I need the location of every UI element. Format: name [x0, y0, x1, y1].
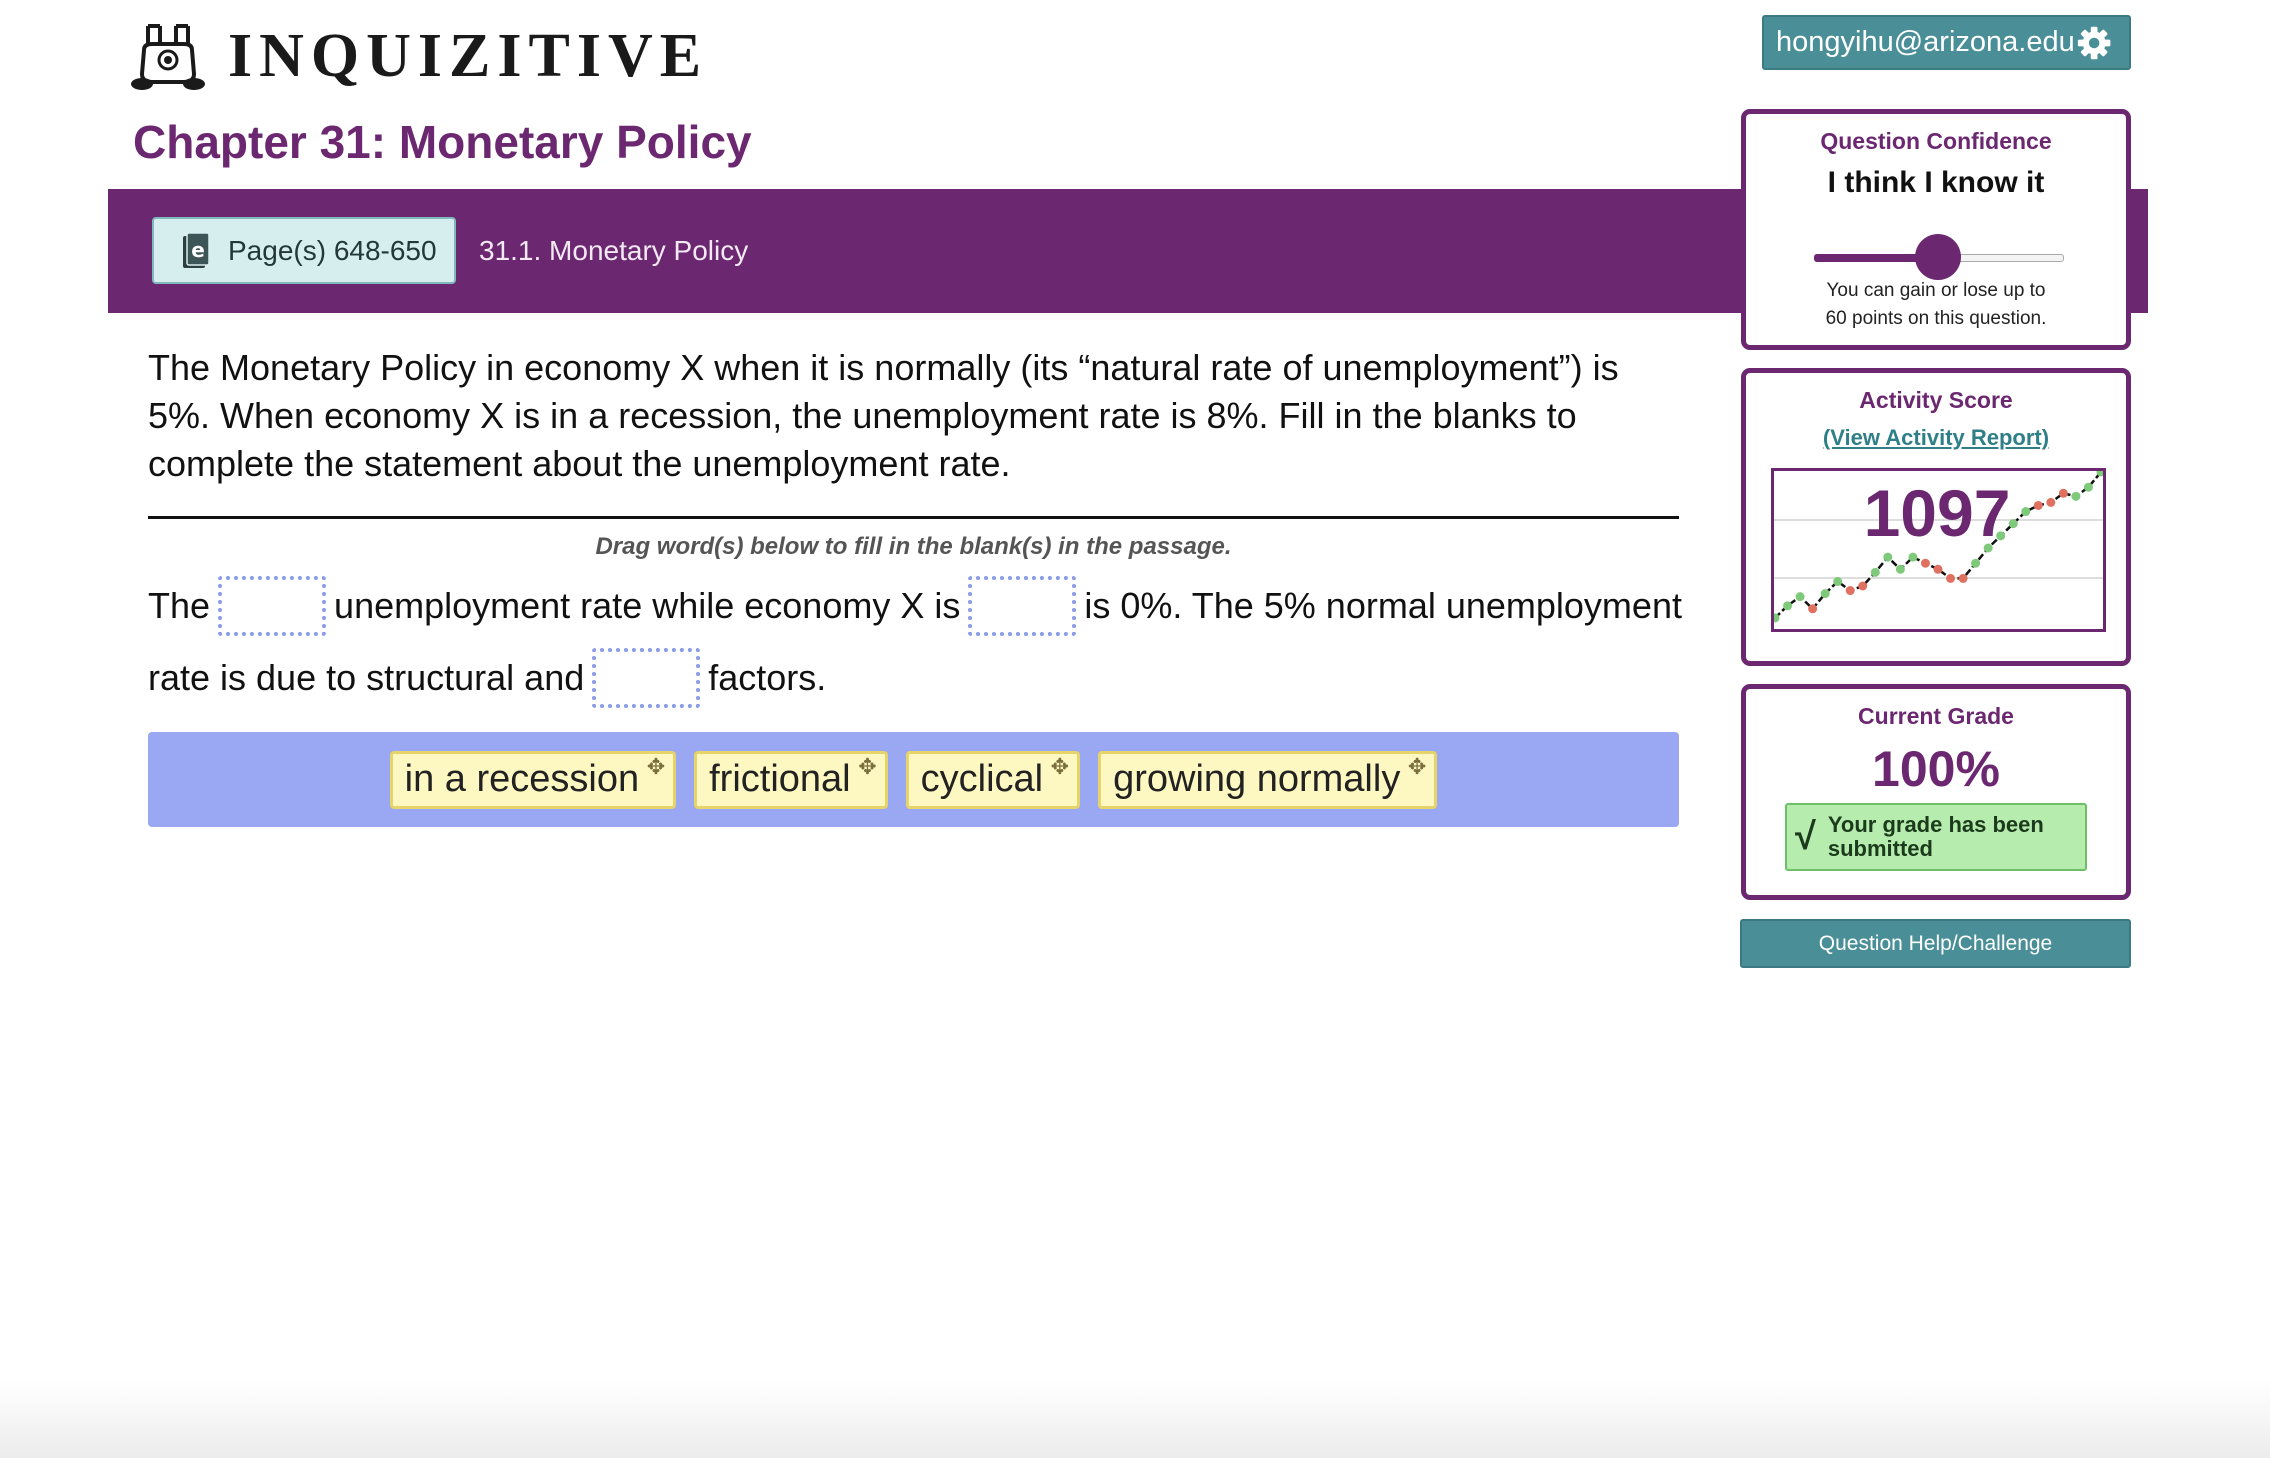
word-chip[interactable]: cyclical ✥ — [905, 750, 1081, 809]
bunny-logo-icon — [131, 24, 205, 90]
confidence-note-line: You can gain or lose up to — [1826, 280, 2046, 301]
submitted-text: Your grade has been submitted — [1828, 813, 2044, 861]
trend-point — [2071, 491, 2081, 501]
gear-icon — [2077, 26, 2111, 59]
trend-point — [1833, 576, 1843, 586]
word-chip[interactable]: in a recession ✥ — [389, 750, 677, 809]
svg-text:e: e — [191, 238, 205, 262]
section-label: 31.1. Monetary Policy — [479, 235, 749, 266]
trend-point — [1870, 567, 1880, 577]
trend-point — [1996, 531, 2006, 541]
word-bank: in a recession ✥ frictional ✥ cyclical ✥… — [148, 732, 1679, 827]
word-chip-label: growing normally — [1113, 758, 1401, 800]
passage-text: unemployment rate while economy X is — [334, 585, 961, 626]
grade-title: Current Grade — [1858, 703, 2014, 729]
word-chip-label: frictional — [709, 758, 851, 800]
app-logo: INQUIZITIVE — [130, 20, 708, 92]
trend-point — [1845, 586, 1855, 596]
trend-point — [1946, 573, 1956, 583]
user-menu-button[interactable]: hongyihu@arizona.edu — [1762, 15, 2131, 70]
chapter-title: Chapter 31: Monetary Policy — [133, 116, 752, 168]
divider — [148, 516, 1679, 519]
activity-score-card: Activity Score (View Activity Report) 10… — [1741, 368, 2131, 666]
trend-point — [1920, 558, 1930, 568]
current-grade-card: Current Grade 100% √ Your grade has been… — [1741, 684, 2131, 900]
trend-point — [1983, 543, 1993, 553]
passage-text: rate is due to structural and — [148, 657, 585, 698]
word-chip-label: in a recession — [404, 758, 640, 800]
activity-title: Activity Score — [1859, 387, 2013, 413]
confidence-value: I think I know it — [1827, 166, 2045, 199]
blank-3[interactable] — [592, 648, 701, 708]
confidence-note: You can gain or lose up to 60 points on … — [1746, 277, 2126, 333]
user-email: hongyihu@arizona.edu — [1776, 26, 2075, 58]
word-chip[interactable]: growing normally ✥ — [1098, 750, 1438, 809]
submitted-line: Your grade has been — [1827, 812, 2044, 837]
grade-value: 100% — [1872, 741, 2000, 797]
trend-point — [1933, 564, 1943, 574]
trend-point — [2046, 497, 2056, 507]
trend-point — [1795, 592, 1805, 602]
trend-point — [1783, 601, 1793, 611]
trend-point — [2033, 500, 2043, 510]
activity-score-value: 1097 — [1864, 476, 2011, 550]
submitted-line: submitted — [1827, 836, 1933, 861]
word-chip-label: cyclical — [920, 758, 1044, 800]
passage-text: The — [148, 585, 211, 626]
confidence-slider[interactable] — [1814, 234, 2064, 280]
app-name: INQUIZITIVE — [228, 22, 709, 90]
trend-point — [2083, 482, 2093, 492]
grade-submitted-badge: √ Your grade has been submitted — [1785, 803, 2087, 871]
move-arrows-icon: ✥ — [646, 753, 666, 779]
view-activity-report-link[interactable]: (View Activity Report) — [1746, 425, 2126, 451]
ebook-icon: e — [183, 231, 210, 268]
question-confidence-card: Question Confidence I think I know it Yo… — [1741, 109, 2131, 350]
move-arrows-icon: ✥ — [858, 753, 877, 779]
blank-1[interactable] — [218, 576, 327, 636]
trend-point — [1858, 581, 1868, 591]
trend-point — [1958, 573, 1968, 583]
activity-trend-chart: 1097 — [1771, 468, 2106, 632]
move-arrows-icon: ✥ — [1050, 753, 1070, 779]
trend-point — [1971, 558, 1981, 568]
trend-point — [2021, 507, 2031, 517]
question-help-button[interactable]: Question Help/Challenge — [1740, 919, 2131, 968]
trend-point — [2058, 488, 2068, 498]
passage-text: is 0%. The 5% normal unemployment — [1084, 585, 1682, 626]
trend-point — [2008, 519, 2018, 529]
move-arrows-icon: ✥ — [1407, 753, 1427, 779]
pages-button[interactable]: e Page(s) 648-650 — [152, 217, 456, 284]
trend-point — [1820, 589, 1830, 599]
question-text: The Monetary Policy in economy X when it… — [148, 347, 1619, 484]
trend-point — [1895, 564, 1905, 574]
confidence-title: Question Confidence — [1820, 128, 2052, 154]
trend-point — [1808, 604, 1818, 614]
trend-point — [1883, 552, 1893, 562]
blank-2[interactable] — [968, 576, 1077, 636]
window-bottom-edge — [0, 1380, 2270, 1458]
check-icon: √ — [1795, 816, 1816, 858]
slider-thumb[interactable] — [1915, 234, 1961, 280]
trend-point — [1908, 552, 1918, 562]
confidence-note-line: 60 points on this question. — [1825, 308, 2047, 329]
word-chip[interactable]: frictional ✥ — [694, 750, 888, 809]
fill-in-passage: The unemployment rate while economy X is… — [148, 570, 1688, 714]
passage-text: factors. — [708, 657, 827, 698]
drag-instruction: Drag word(s) below to fill in the blank(… — [595, 533, 1232, 560]
pages-button-label: Page(s) 648-650 — [228, 234, 437, 266]
